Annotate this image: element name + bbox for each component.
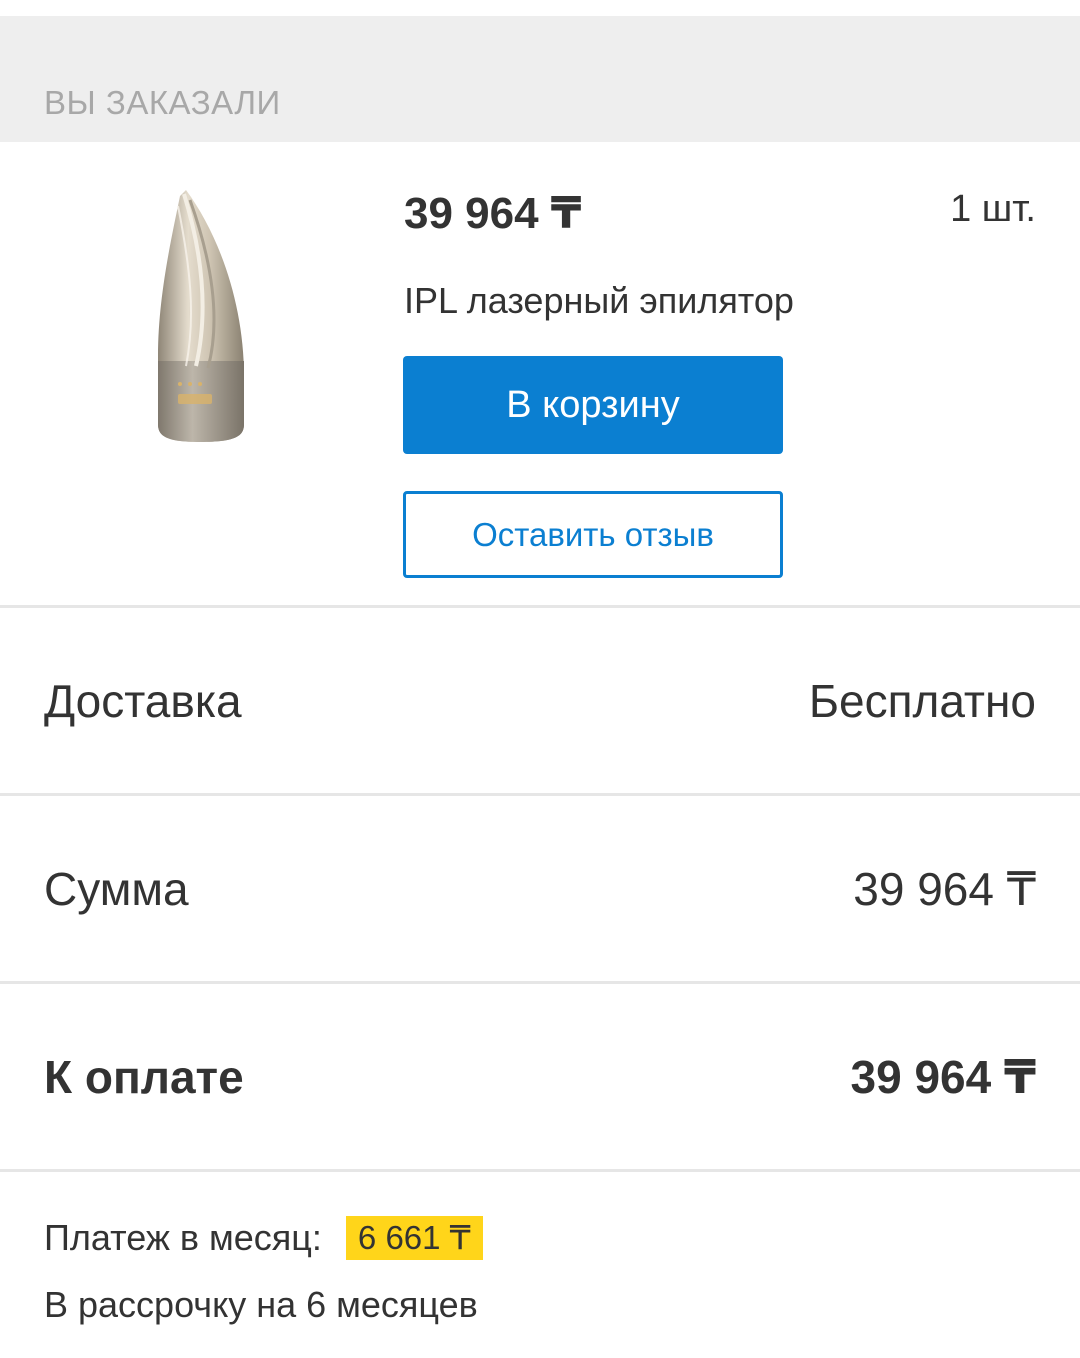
add-to-cart-button[interactable]: В корзину [403, 356, 783, 454]
installment-info: Платеж в месяц: 6 661 ₸ В рассрочку на 6… [0, 1172, 1080, 1326]
leave-review-button[interactable]: Оставить отзыв [403, 491, 783, 578]
section-header: ВЫ ЗАКАЗАЛИ [0, 16, 1080, 142]
total-row: К оплате 39 964 ₸ [0, 984, 1080, 1172]
section-title: ВЫ ЗАКАЗАЛИ [44, 84, 281, 121]
sum-label: Сумма [44, 862, 189, 915]
delivery-label: Доставка [44, 674, 242, 727]
total-label: К оплате [44, 1050, 244, 1103]
top-spacer [0, 0, 1080, 16]
ipl-epilator-product-icon [158, 190, 244, 442]
monthly-payment-label: Платеж в месяц: [44, 1217, 322, 1258]
delivery-value: Бесплатно [808, 674, 1036, 727]
delivery-row: Доставка Бесплатно [0, 608, 1080, 796]
product-price: 39 964 ₸ [404, 189, 582, 238]
installment-term: В рассрочку на 6 месяцев [44, 1284, 478, 1325]
monthly-payment-line: Платеж в месяц: 6 661 ₸ [44, 1214, 1036, 1262]
monthly-payment-badge: 6 661 ₸ [345, 1216, 483, 1260]
total-value: 39 964 ₸ [850, 1050, 1036, 1103]
sum-row: Сумма 39 964 ₸ [0, 796, 1080, 984]
product-image[interactable] [150, 186, 254, 444]
product-quantity: 1 шт. [950, 188, 1036, 230]
product-card: 39 964 ₸ 1 шт. IPL лазерный эпилятор В к… [0, 142, 1080, 608]
product-title[interactable]: IPL лазерный эпилятор [404, 280, 794, 322]
sum-value: 39 964 ₸ [853, 862, 1036, 915]
